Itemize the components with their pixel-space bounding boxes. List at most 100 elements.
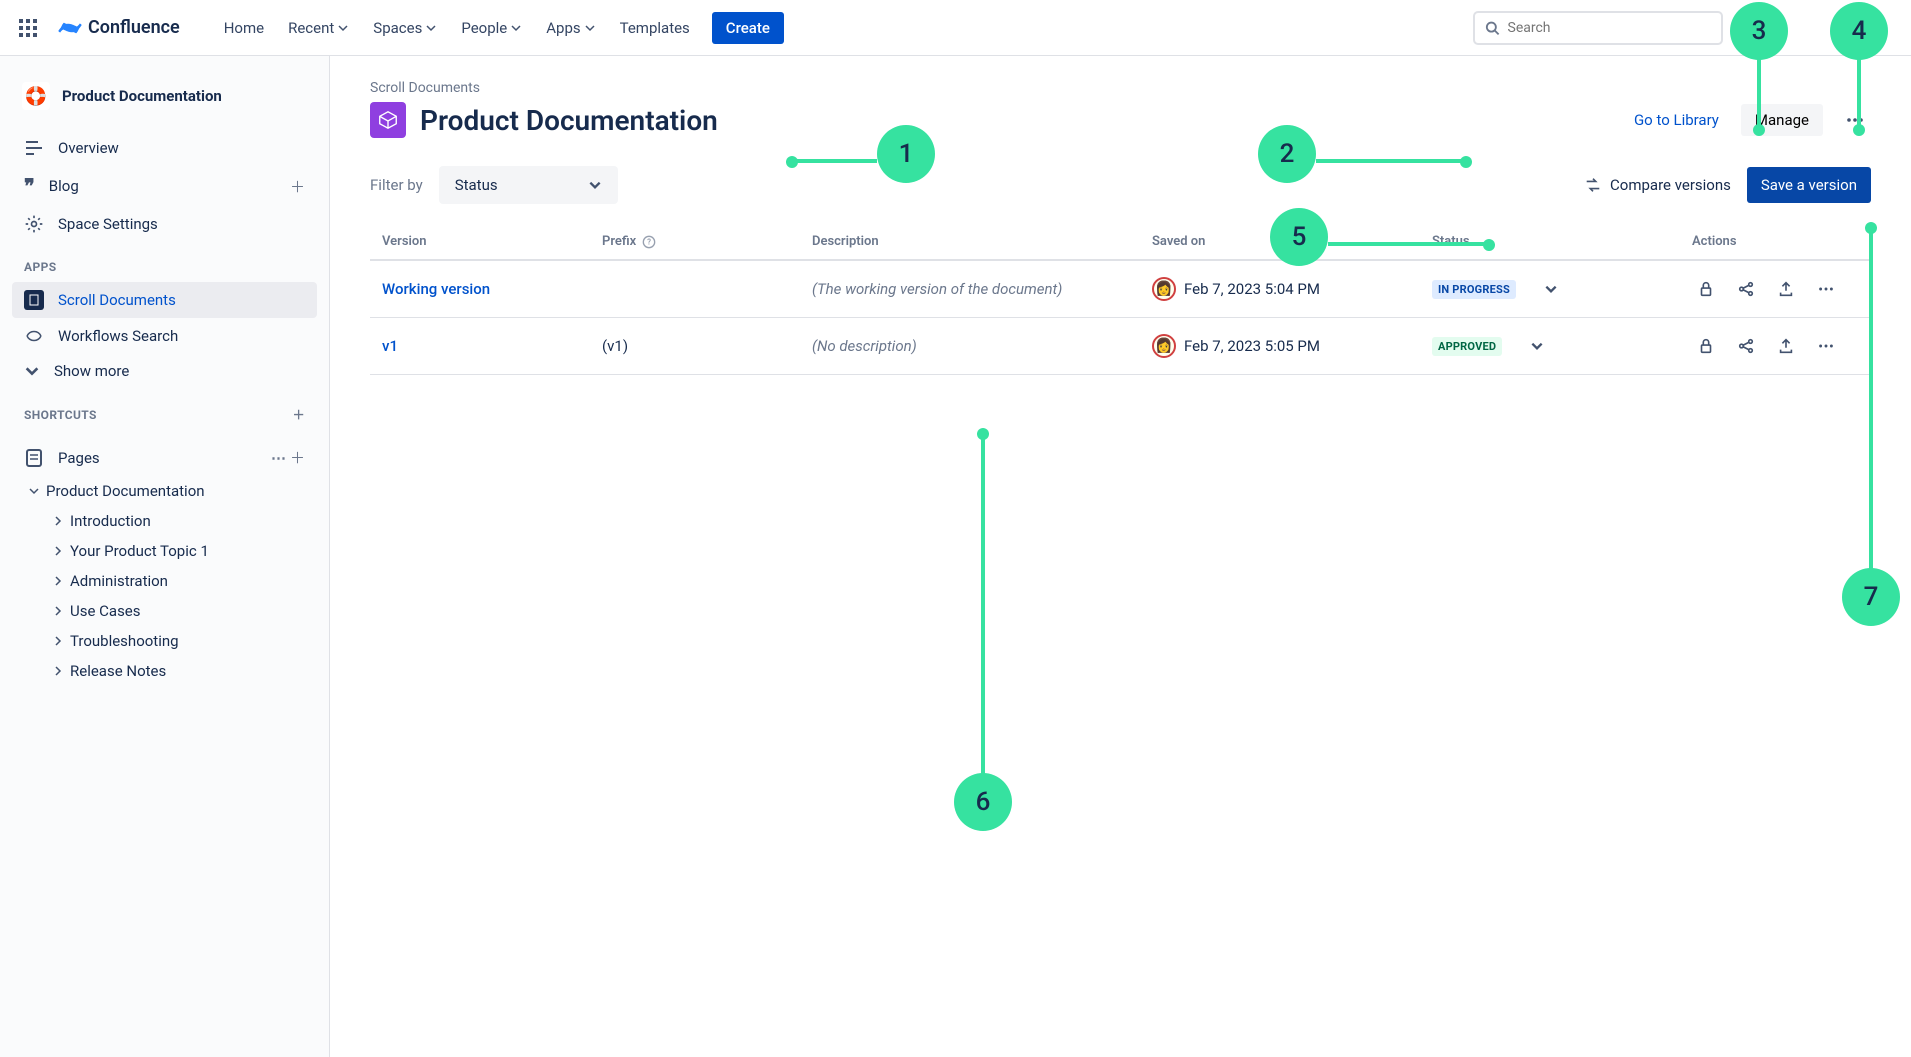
tree-item[interactable]: Introduction — [44, 506, 317, 536]
breadcrumb[interactable]: Scroll Documents — [370, 80, 1871, 96]
nav-people[interactable]: People — [451, 13, 532, 43]
scroll-documents-icon — [24, 290, 44, 310]
tree-root[interactable]: Product Documentation — [20, 476, 317, 506]
page-title: Product Documentation — [420, 104, 718, 137]
chevron-right-icon — [52, 605, 64, 617]
avatar-icon: 👩 — [1152, 334, 1176, 358]
quote-icon: ❞ — [24, 174, 35, 198]
chevron-down-icon — [510, 22, 522, 34]
status-badge: APPROVED — [1432, 337, 1502, 356]
workflows-icon — [24, 326, 44, 346]
nav-items: Home Recent Spaces People Apps Templates… — [214, 12, 784, 44]
lock-icon[interactable] — [1692, 275, 1720, 303]
chevron-down-icon — [584, 22, 596, 34]
sidebar: 🛟 Product Documentation Overview ❞ Blog … — [0, 56, 330, 1057]
nav-home[interactable]: Home — [214, 13, 274, 43]
chevron-down-icon[interactable] — [1544, 282, 1558, 296]
tree-item[interactable]: Administration — [44, 566, 317, 596]
status-filter-dropdown[interactable]: Status — [439, 166, 618, 204]
saved-cell: 👩Feb 7, 2023 5:04 PM — [1152, 277, 1432, 301]
space-name: Product Documentation — [62, 87, 222, 105]
add-page-icon[interactable]: ＋ — [290, 447, 305, 468]
tree-item[interactable]: Release Notes — [44, 656, 317, 686]
search-icon — [1485, 20, 1500, 36]
add-blog-icon[interactable]: ＋ — [290, 176, 305, 197]
table-row: v1(v1)(No description)👩Feb 7, 2023 5:05 … — [370, 318, 1871, 375]
space-header[interactable]: 🛟 Product Documentation — [12, 76, 317, 116]
chevron-down-icon — [28, 485, 40, 497]
compare-versions-button[interactable]: Compare versions — [1584, 176, 1731, 194]
description-cell: (The working version of the document) — [812, 280, 1152, 298]
sidebar-scroll-documents[interactable]: Scroll Documents — [12, 282, 317, 318]
callout-4: 4 — [1830, 2, 1888, 60]
callout-1: 1 — [877, 125, 935, 183]
top-nav: Confluence Home Recent Spaces People App… — [0, 0, 1911, 56]
description-cell: (No description) — [812, 337, 1152, 355]
nav-recent[interactable]: Recent — [278, 13, 359, 43]
export-icon[interactable] — [1772, 332, 1800, 360]
chevron-down-icon — [425, 22, 437, 34]
info-icon[interactable]: ? — [642, 235, 656, 249]
chevron-down-icon — [588, 178, 602, 192]
callout-7: 7 — [1842, 568, 1900, 626]
go-to-library-link[interactable]: Go to Library — [1628, 110, 1725, 130]
sidebar-workflows-search[interactable]: Workflows Search — [12, 318, 317, 354]
share-icon[interactable] — [1732, 275, 1760, 303]
brand-label: Confluence — [88, 17, 180, 38]
sidebar-space-settings[interactable]: Space Settings — [12, 206, 317, 242]
confluence-logo[interactable]: Confluence — [50, 16, 188, 40]
versions-table: Version Prefix ? Description Saved on St… — [370, 224, 1871, 375]
row-more-icon[interactable] — [1812, 332, 1840, 360]
sidebar-blog[interactable]: ❞ Blog ＋ — [12, 166, 317, 206]
tree-item[interactable]: Troubleshooting — [44, 626, 317, 656]
sidebar-show-more[interactable]: Show more — [12, 354, 317, 388]
create-button[interactable]: Create — [712, 12, 784, 44]
version-link[interactable]: Working version — [382, 280, 490, 298]
apps-heading: APPS — [12, 242, 317, 282]
col-prefix: Prefix ? — [602, 234, 812, 249]
search-box[interactable] — [1473, 11, 1723, 45]
share-icon[interactable] — [1732, 332, 1760, 360]
tree-item[interactable]: Your Product Topic 1 — [44, 536, 317, 566]
lock-icon[interactable] — [1692, 332, 1720, 360]
save-version-button[interactable]: Save a version — [1747, 167, 1871, 203]
gear-icon — [24, 214, 44, 234]
callout-2: 2 — [1258, 125, 1316, 183]
nav-apps[interactable]: Apps — [536, 13, 605, 43]
table-row: Working version (The working version of t… — [370, 261, 1871, 318]
callout-5: 5 — [1270, 208, 1328, 266]
chevron-right-icon — [52, 665, 64, 677]
callout-6: 6 — [954, 773, 1012, 831]
nav-spaces[interactable]: Spaces — [363, 13, 447, 43]
chevron-right-icon — [52, 575, 64, 587]
col-version: Version — [382, 234, 602, 249]
export-icon[interactable] — [1772, 275, 1800, 303]
chevron-right-icon — [52, 635, 64, 647]
tree-item[interactable]: Use Cases — [44, 596, 317, 626]
prefix-cell: (v1) — [602, 337, 812, 355]
sidebar-pages[interactable]: Pages ⋯ ＋ — [12, 439, 317, 476]
pages-more-icon[interactable]: ⋯ — [271, 449, 286, 467]
add-shortcut-icon[interactable]: ＋ — [293, 406, 305, 423]
callout-3: 3 — [1730, 2, 1788, 60]
svg-text:?: ? — [647, 237, 651, 246]
overview-icon — [24, 138, 44, 158]
document-icon — [370, 102, 406, 138]
row-more-icon[interactable] — [1812, 275, 1840, 303]
avatar-icon: 👩 — [1152, 277, 1176, 301]
chevron-right-icon — [52, 515, 64, 527]
table-header: Version Prefix ? Description Saved on St… — [370, 224, 1871, 261]
chevron-down-icon — [337, 22, 349, 34]
compare-icon — [1584, 176, 1602, 194]
search-input[interactable] — [1506, 19, 1711, 37]
space-icon: 🛟 — [22, 82, 50, 110]
chevron-right-icon — [52, 545, 64, 557]
chevron-down-icon[interactable] — [1530, 339, 1544, 353]
sidebar-overview[interactable]: Overview — [12, 130, 317, 166]
main-content: Scroll Documents Product Documentation G… — [330, 56, 1911, 1057]
pages-icon — [24, 448, 44, 468]
app-switcher-icon[interactable] — [12, 12, 44, 44]
version-link[interactable]: v1 — [382, 337, 398, 355]
nav-templates[interactable]: Templates — [610, 13, 700, 43]
status-badge: IN PROGRESS — [1432, 280, 1516, 299]
